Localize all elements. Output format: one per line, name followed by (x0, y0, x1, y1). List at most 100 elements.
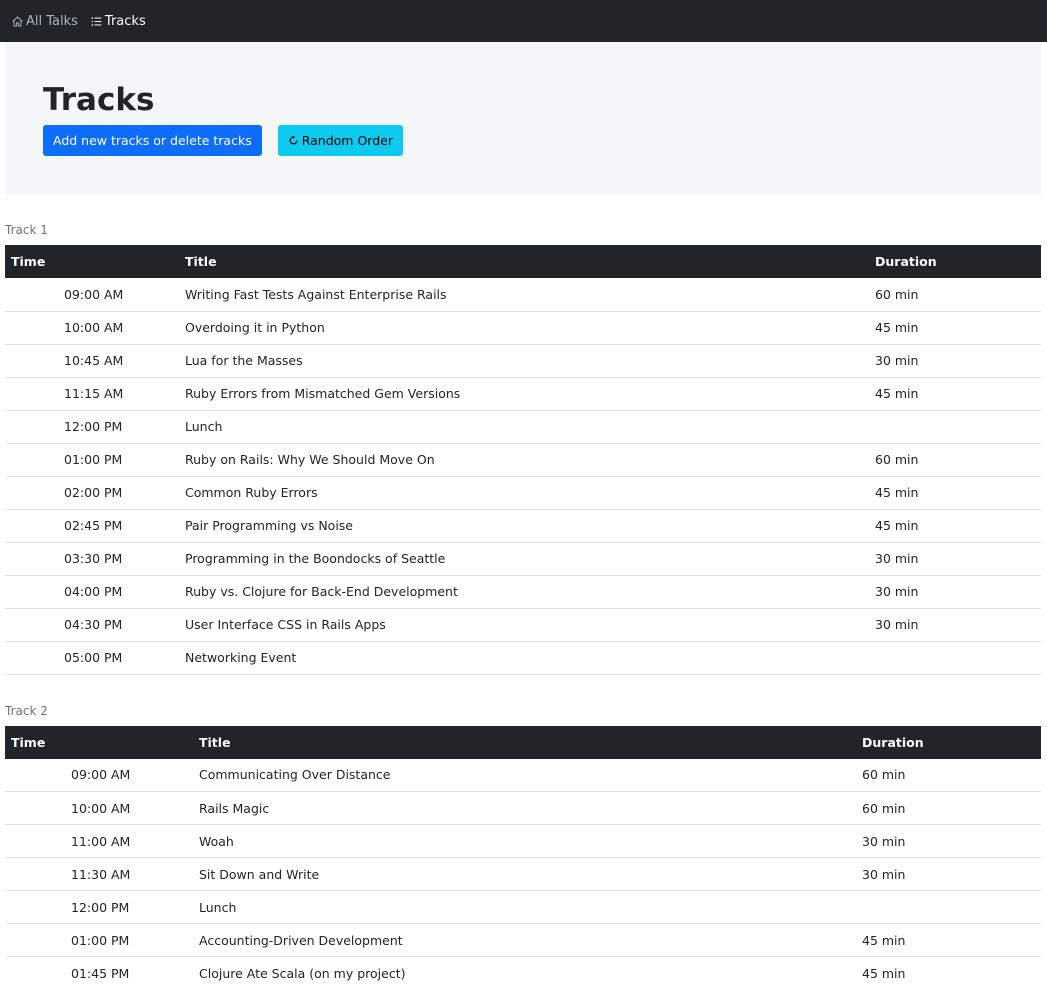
cell-title: Sit Down and Write (199, 857, 862, 891)
cell-title: Accounting-Driven Development (199, 923, 862, 957)
cell-title: Lunch (199, 890, 862, 924)
table-row: 04:30 PM User Interface CSS in Rails Apps… (5, 608, 1041, 642)
cell-duration: 30 min (875, 344, 1041, 378)
table-row: 02:00 PM Common Ruby Errors 45 min (5, 476, 1041, 510)
cell-duration (862, 890, 1041, 924)
cell-duration: 45 min (875, 377, 1041, 411)
page-header: Tracks Add new tracks or delete tracks R… (5, 42, 1041, 194)
table-row: 01:45 PM Clojure Ate Scala (on my project… (5, 956, 1041, 988)
nav-tracks[interactable]: Tracks (91, 14, 146, 29)
track-1-caption: Track 1 (5, 223, 48, 237)
table-row: 11:00 AM Woah 30 min (5, 824, 1041, 858)
column-header-duration: Duration (875, 254, 937, 269)
cell-duration (875, 410, 1041, 444)
cell-time: 12:00 PM (5, 890, 199, 924)
cell-title: Woah (199, 824, 862, 858)
table-row: 10:00 AM Overdoing it in Python 45 min (5, 311, 1041, 345)
table-row: 12:00 PM Lunch (5, 410, 1041, 444)
cell-title: Networking Event (185, 641, 875, 675)
cell-title: Programming in the Boondocks of Seattle (185, 542, 875, 576)
cell-time: 09:00 AM (5, 278, 185, 312)
column-header-duration: Duration (862, 734, 924, 750)
cell-title: Overdoing it in Python (185, 311, 875, 345)
table-row: 01:00 PM Accounting-Driven Development 45 … (5, 923, 1041, 957)
cell-time: 11:30 AM (5, 857, 199, 891)
cell-duration: 60 min (862, 758, 1041, 792)
house-icon (12, 16, 23, 26)
add-delete-tracks-button[interactable]: Add new tracks or delete tracks (43, 125, 262, 156)
table-row: 02:45 PM Pair Programming vs Noise 45 min (5, 509, 1041, 543)
cell-duration: 45 min (862, 923, 1041, 957)
cell-time: 12:00 PM (5, 410, 185, 444)
random-order-label: Random Order (301, 133, 393, 148)
cell-time: 01:45 PM (5, 956, 199, 988)
cell-time: 10:45 AM (5, 344, 185, 378)
cell-title: Ruby Errors from Mismatched Gem Versions (185, 377, 875, 411)
cell-title: Communicating Over Distance (199, 758, 862, 792)
refresh-icon (289, 135, 298, 145)
cell-time: 04:30 PM (5, 608, 185, 642)
track-1-table: Time Title Duration 09:00 AM Writing Fast… (5, 245, 1041, 675)
cell-duration: 60 min (875, 443, 1041, 477)
cell-duration: 30 min (862, 824, 1041, 858)
cell-time: 02:45 PM (5, 509, 185, 543)
table-row: 01:00 PM Ruby on Rails: Why We Should Mov… (5, 443, 1041, 477)
cell-title: Ruby on Rails: Why We Should Move On (185, 443, 875, 477)
cell-duration: 30 min (862, 857, 1041, 891)
table-row: 11:15 AM Ruby Errors from Mismatched Gem … (5, 377, 1041, 411)
cell-duration: 60 min (862, 791, 1041, 825)
column-header-time: Time (11, 254, 46, 269)
track-2-table: Time Title Duration 09:00 AM Communicatin… (5, 725, 1041, 988)
cell-title: User Interface CSS in Rails Apps (185, 608, 875, 642)
random-order-button[interactable]: Random Order (277, 125, 403, 156)
cell-duration: 45 min (862, 956, 1041, 988)
cell-duration: 30 min (875, 575, 1041, 609)
cell-time: 03:30 PM (5, 542, 185, 576)
cell-time: 11:00 AM (5, 824, 199, 858)
table-row: 09:00 AM Communicating Over Distance 60 mi… (5, 758, 1041, 792)
cell-title: Lunch (185, 410, 875, 444)
cell-time: 05:00 PM (5, 641, 185, 675)
top-navbar: All Talks Tracks (0, 0, 1047, 42)
cell-title: Writing Fast Tests Against Enterprise Ra… (185, 278, 875, 312)
cell-time: 04:00 PM (5, 575, 185, 609)
cell-duration: 45 min (875, 509, 1041, 543)
cell-duration: 45 min (875, 311, 1041, 345)
page-title: Tracks (43, 82, 155, 118)
cell-duration (875, 641, 1041, 675)
cell-time: 10:00 AM (5, 311, 185, 345)
cell-time: 02:00 PM (5, 476, 185, 510)
header-actions: Add new tracks or delete tracks Random O… (43, 125, 1041, 156)
column-header-title: Title (185, 254, 217, 269)
cell-duration: 30 min (875, 542, 1041, 576)
table-row: 04:00 PM Ruby vs. Clojure for Back-End De… (5, 575, 1041, 609)
cell-duration: 45 min (875, 476, 1041, 510)
nav-all-talks-label: All Talks (26, 13, 78, 29)
cell-duration: 30 min (875, 608, 1041, 642)
table-row: 10:45 AM Lua for the Masses 30 min (5, 344, 1041, 378)
cell-title: Lua for the Masses (185, 344, 875, 378)
column-header-time: Time (11, 734, 46, 750)
table-row: 10:00 AM Rails Magic 60 min (5, 791, 1041, 825)
cell-time: 09:00 AM (5, 758, 199, 792)
cell-title: Common Ruby Errors (185, 476, 875, 510)
list-icon (91, 16, 102, 26)
table-row: 11:30 AM Sit Down and Write 30 min (5, 857, 1041, 891)
nav-tracks-label: Tracks (104, 13, 146, 29)
table-row: 12:00 PM Lunch (5, 890, 1041, 924)
table-row: 05:00 PM Networking Event (5, 641, 1041, 675)
cell-title: Rails Magic (199, 791, 862, 825)
cell-time: 10:00 AM (5, 791, 199, 825)
cell-title: Pair Programming vs Noise (185, 509, 875, 543)
cell-time: 01:00 PM (5, 443, 185, 477)
table-row: 09:00 AM Writing Fast Tests Against Enter… (5, 278, 1041, 312)
cell-duration: 60 min (875, 278, 1041, 312)
nav-all-talks[interactable]: All Talks (12, 14, 78, 29)
table-header-row: Time Title Duration (5, 245, 1041, 278)
track-2-caption: Track 2 (5, 703, 48, 718)
table-row: 03:30 PM Programming in the Boondocks of … (5, 542, 1041, 576)
column-header-title: Title (199, 734, 231, 750)
table-header-row: Time Title Duration (5, 725, 1041, 759)
cell-time: 11:15 AM (5, 377, 185, 411)
cell-title: Clojure Ate Scala (on my project) (199, 956, 862, 988)
